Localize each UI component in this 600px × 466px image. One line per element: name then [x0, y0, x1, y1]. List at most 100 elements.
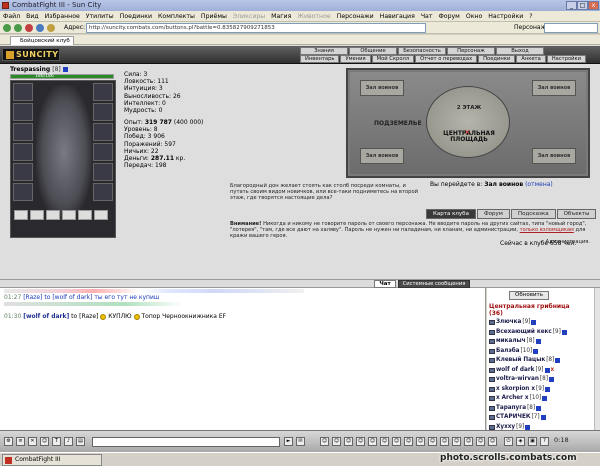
smile-7-icon[interactable]: ☺ [392, 437, 401, 446]
smile-4-icon[interactable]: ☺ [356, 437, 365, 446]
user-nick[interactable]: Клевый Пацык [496, 356, 545, 366]
floor-label[interactable]: 2 ЭТАЖ [427, 105, 511, 111]
menu-item-1[interactable]: Вид [23, 11, 42, 22]
menu-item-5[interactable]: Комплекты [155, 11, 198, 22]
user-nick[interactable]: x skorpion x [496, 385, 535, 395]
sender-nick[interactable]: [wolf of dark] [23, 313, 69, 320]
menu-item-3[interactable]: Утилиты [83, 11, 117, 22]
refresh-icon[interactable] [36, 24, 44, 32]
smile-1-icon[interactable]: ☺ [320, 437, 329, 446]
menu-item-13[interactable]: Форум [435, 11, 462, 22]
smile-8-icon[interactable]: ☺ [404, 437, 413, 446]
exit-chat-icon[interactable]: ⏻ [504, 437, 513, 446]
menu-item-4[interactable]: Поединки [117, 11, 155, 22]
private-icon[interactable]: ✉ [296, 437, 305, 446]
smile-10-icon[interactable]: ☺ [428, 437, 437, 446]
hint-button[interactable]: Подсказка [510, 209, 556, 219]
user-nick[interactable]: СТАРИЧЕК [496, 413, 531, 423]
info-icon[interactable] [536, 405, 542, 411]
clear-icon[interactable]: ✕ [28, 437, 37, 446]
user-row[interactable]: Всехающий кекс [9] [489, 328, 599, 338]
legs-slot[interactable] [93, 163, 113, 181]
door-top-right[interactable]: Зал воинов [532, 80, 576, 96]
club-map-button[interactable]: Карта клуба [426, 209, 476, 219]
smile-3-icon[interactable]: ☺ [344, 437, 353, 446]
user-row[interactable]: wolf of dark [9] x [489, 366, 599, 376]
user-row[interactable]: Клевый Пацык [8] [489, 356, 599, 366]
top-nav-item[interactable]: Безопасность [398, 47, 446, 55]
menu-item-16[interactable]: ? [526, 11, 535, 22]
info-icon[interactable] [531, 320, 537, 326]
menu-item-12[interactable]: Чат [418, 11, 436, 22]
help-icon[interactable]: ? [540, 437, 549, 446]
user-row[interactable]: Тарапуга [8] [489, 404, 599, 414]
menu-item-10[interactable]: Персонажи [334, 11, 377, 22]
quick-slot[interactable] [46, 210, 60, 220]
info-icon[interactable] [533, 348, 539, 354]
smile-12-icon[interactable]: ☺ [452, 437, 461, 446]
menu-item-7[interactable]: Эликсиры [230, 11, 268, 22]
home-icon[interactable] [47, 24, 55, 32]
earring-slot[interactable] [93, 83, 113, 101]
info-icon[interactable] [548, 377, 554, 383]
bottom-nav-item[interactable]: Анкета [516, 55, 546, 63]
sound-toggle-icon[interactable]: ◈ [516, 437, 525, 446]
info-icon[interactable] [561, 329, 567, 335]
close-button[interactable]: x [588, 1, 599, 10]
armor-slot[interactable] [13, 143, 33, 161]
amulet-slot[interactable] [13, 103, 33, 121]
smile-11-icon[interactable]: ☺ [440, 437, 449, 446]
sound-icon[interactable]: ♪ [64, 437, 73, 446]
top-nav-item[interactable]: Знания [300, 47, 348, 55]
smile-14-icon[interactable]: ☺ [476, 437, 485, 446]
smile-9-icon[interactable]: ☺ [416, 437, 425, 446]
smiles-icon[interactable]: ☺ [40, 437, 49, 446]
user-row[interactable]: Балэба [10] [489, 347, 599, 357]
door-bottom-right[interactable]: Зал воинов [532, 148, 576, 164]
tab-chat[interactable]: Чат [374, 280, 396, 288]
user-nick[interactable]: Балэба [496, 347, 520, 357]
back-icon[interactable] [3, 24, 11, 32]
tab-system-messages[interactable]: Системные сообщения [398, 280, 470, 288]
minimize-button[interactable]: _ [566, 1, 577, 10]
cancel-link[interactable]: (отмена) [525, 181, 553, 188]
chat-input[interactable] [92, 437, 280, 447]
bottom-nav-item[interactable]: Отчет о переводах [415, 55, 478, 63]
user-row[interactable]: x skorpion x [9] [489, 385, 599, 395]
send-icon[interactable]: ► [284, 437, 293, 446]
smile-6-icon[interactable]: ☺ [380, 437, 389, 446]
info-icon[interactable] [535, 339, 541, 345]
user-nick[interactable]: Всехающий кекс [496, 328, 552, 338]
door-bottom-left[interactable]: Зал воинов [360, 148, 404, 164]
character-name[interactable]: Trespassing [8] [10, 66, 68, 73]
warning-link[interactable]: только взломщикам [520, 227, 574, 233]
smile-2-icon[interactable]: ☺ [332, 437, 341, 446]
top-nav-item[interactable]: Выход [496, 47, 544, 55]
objects-button[interactable]: Объекты [556, 209, 597, 219]
menu-item-6[interactable]: Приёмы [198, 11, 230, 22]
smile-13-icon[interactable]: ☺ [464, 437, 473, 446]
user-row[interactable]: x Archer x [10] [489, 394, 599, 404]
menu-item-15[interactable]: Настройки [485, 11, 526, 22]
settings-icon[interactable]: ⚙ [4, 437, 13, 446]
quick-slot[interactable] [14, 210, 28, 220]
user-row[interactable]: Злючка [9] [489, 318, 599, 328]
url-input[interactable]: http://suncity.combats.com/buttons.pl?ba… [86, 23, 426, 33]
shield-slot[interactable] [93, 143, 113, 161]
user-nick[interactable]: микалыч [496, 337, 526, 347]
door-top-left[interactable]: Зал воинов [360, 80, 404, 96]
scrollbar[interactable] [594, 288, 600, 430]
user-nick[interactable]: Злючка [496, 318, 521, 328]
forward-icon[interactable] [14, 24, 22, 32]
menu-item-8[interactable]: Магия [268, 11, 294, 22]
info-icon[interactable] [555, 358, 561, 364]
character-input[interactable] [544, 23, 598, 33]
user-row[interactable]: СТАРИЧЕК [7] [489, 413, 599, 423]
filter-icon[interactable]: ≡ [16, 437, 25, 446]
tab-fight-club[interactable]: Бойцовский клуб [10, 36, 74, 45]
info-icon[interactable] [545, 386, 551, 392]
smile-5-icon[interactable]: ☺ [368, 437, 377, 446]
info-icon[interactable] [544, 367, 550, 373]
taskbar-app-button[interactable]: CombatFight III [2, 454, 102, 466]
bottom-nav-item[interactable]: Инвентарь [300, 55, 340, 63]
